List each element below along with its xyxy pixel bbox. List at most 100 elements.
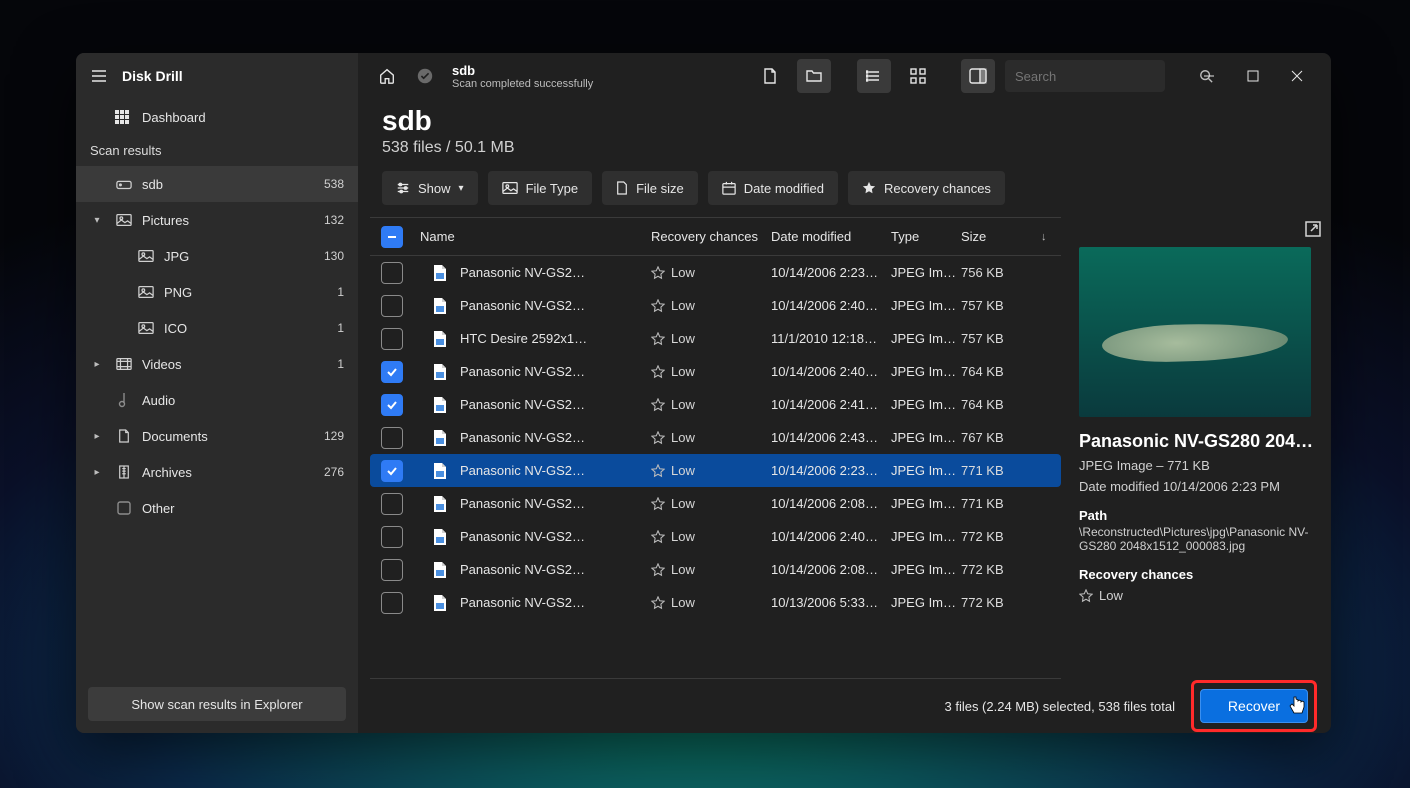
- table-row[interactable]: Panasonic NV-GS2…Low10/14/2006 2:40…JPEG…: [370, 289, 1061, 322]
- date-cell: 10/14/2006 2:23…: [771, 265, 891, 280]
- select-all-checkbox[interactable]: [381, 226, 403, 248]
- sidebar-item-count: 132: [324, 213, 350, 227]
- sidebar-item-archives[interactable]: ▸Archives276: [76, 454, 358, 490]
- date-cell: 10/14/2006 2:23…: [771, 463, 891, 478]
- table-row[interactable]: Panasonic NV-GS2…Low10/14/2006 2:23…JPEG…: [370, 256, 1061, 289]
- row-checkbox[interactable]: [381, 460, 403, 482]
- video-icon: [114, 357, 134, 371]
- row-checkbox[interactable]: [381, 295, 403, 317]
- sidebar-footer: Show scan results in Explorer: [76, 675, 358, 733]
- sidebar-item-jpg[interactable]: JPG130: [76, 238, 358, 274]
- sidebar-item-sdb[interactable]: sdb538: [76, 166, 358, 202]
- type-cell: JPEG Im…: [891, 265, 961, 280]
- column-recovery[interactable]: Recovery chances: [651, 229, 771, 244]
- status-text: 3 files (2.24 MB) selected, 538 files to…: [944, 699, 1175, 714]
- sidebar-item-label: Documents: [142, 429, 316, 444]
- grid-view-icon[interactable]: [901, 59, 935, 93]
- type-cell: JPEG Im…: [891, 397, 961, 412]
- breadcrumb-title: sdb: [452, 63, 593, 78]
- main-area: sdb Scan completed successfully: [358, 53, 1331, 733]
- other-icon: [114, 501, 134, 515]
- table-row[interactable]: Panasonic NV-GS2…Low10/14/2006 2:08…JPEG…: [370, 553, 1061, 586]
- close-button[interactable]: [1275, 59, 1319, 93]
- details-panel: Panasonic NV-GS280 204… JPEG Image – 771…: [1061, 217, 1331, 679]
- sidebar-item-documents[interactable]: ▸Documents129: [76, 418, 358, 454]
- table-row[interactable]: Panasonic NV-GS2…Low10/14/2006 2:40…JPEG…: [370, 520, 1061, 553]
- image-icon: [136, 321, 156, 335]
- sidebar-item-ico[interactable]: ICO1: [76, 310, 358, 346]
- filter-show[interactable]: Show ▾: [382, 171, 478, 205]
- file-name: Panasonic NV-GS2…: [460, 397, 585, 412]
- table-row[interactable]: Panasonic NV-GS2…Low10/14/2006 2:23…JPEG…: [370, 454, 1061, 487]
- row-checkbox[interactable]: [381, 262, 403, 284]
- page-subtitle: 538 files / 50.1 MB: [382, 139, 1307, 157]
- row-checkbox[interactable]: [381, 394, 403, 416]
- hamburger-icon[interactable]: [90, 67, 108, 85]
- sidebar-item-label: JPG: [164, 249, 316, 264]
- table-row[interactable]: HTC Desire 2592x1…Low11/1/2010 12:18…JPE…: [370, 322, 1061, 355]
- sidebar-item-pictures[interactable]: ▾Pictures132: [76, 202, 358, 238]
- image-icon: [136, 285, 156, 299]
- column-type[interactable]: Type: [891, 229, 961, 244]
- show-in-explorer-button[interactable]: Show scan results in Explorer: [88, 687, 346, 721]
- sidebar-item-videos[interactable]: ▸Videos1: [76, 346, 358, 382]
- folder-view-icon[interactable]: [797, 59, 831, 93]
- file-view-icon[interactable]: [753, 59, 787, 93]
- sidebar-section-label: Scan results: [76, 135, 358, 166]
- expand-icon[interactable]: [1305, 221, 1321, 237]
- type-cell: JPEG Im…: [891, 463, 961, 478]
- recover-button[interactable]: Recover: [1200, 689, 1308, 723]
- file-icon: [420, 561, 460, 579]
- sidebar-item-label: Archives: [142, 465, 316, 480]
- table-row[interactable]: Panasonic NV-GS2…Low10/14/2006 2:43…JPEG…: [370, 421, 1061, 454]
- recovery-cell: Low: [651, 265, 771, 280]
- file-icon: [616, 181, 628, 195]
- row-checkbox[interactable]: [381, 592, 403, 614]
- sidebar-toggle-icon[interactable]: [961, 59, 995, 93]
- size-cell: 757 KB: [961, 298, 1041, 313]
- grid-icon: [114, 109, 130, 125]
- search-input[interactable]: [1015, 69, 1191, 84]
- audio-icon: [114, 392, 134, 408]
- row-checkbox[interactable]: [381, 328, 403, 350]
- minimize-button[interactable]: [1187, 59, 1231, 93]
- filter-recovery-chances[interactable]: Recovery chances: [848, 171, 1005, 205]
- sliders-icon: [396, 181, 410, 195]
- sort-arrow-icon[interactable]: ↓: [1041, 231, 1061, 243]
- search-field[interactable]: [1005, 60, 1165, 92]
- column-size[interactable]: Size: [961, 229, 1041, 244]
- sidebar-item-other[interactable]: Other: [76, 490, 358, 526]
- table-row[interactable]: Panasonic NV-GS2…Low10/14/2006 2:40…JPEG…: [370, 355, 1061, 388]
- maximize-button[interactable]: [1231, 59, 1275, 93]
- recovery-cell: Low: [651, 397, 771, 412]
- sidebar-item-dashboard[interactable]: Dashboard: [76, 99, 358, 135]
- column-date[interactable]: Date modified: [771, 229, 891, 244]
- recovery-cell: Low: [651, 595, 771, 610]
- details-meta: JPEG Image – 771 KB: [1079, 458, 1317, 473]
- sidebar-item-audio[interactable]: Audio: [76, 382, 358, 418]
- sidebar-item-count: 538: [324, 177, 350, 191]
- table-row[interactable]: Panasonic NV-GS2…Low10/14/2006 2:08…JPEG…: [370, 487, 1061, 520]
- filter-label: Show: [418, 181, 451, 196]
- table-row[interactable]: Panasonic NV-GS2…Low10/13/2006 5:33…JPEG…: [370, 586, 1061, 619]
- filter-file-size[interactable]: File size: [602, 171, 698, 205]
- image-icon: [114, 213, 134, 227]
- row-checkbox[interactable]: [381, 427, 403, 449]
- list-view-icon[interactable]: [857, 59, 891, 93]
- file-name: Panasonic NV-GS2…: [460, 562, 585, 577]
- file-icon: [420, 594, 460, 612]
- row-checkbox[interactable]: [381, 361, 403, 383]
- recovery-cell: Low: [651, 298, 771, 313]
- image-icon: [502, 181, 518, 195]
- home-icon[interactable]: [370, 59, 404, 93]
- filter-file-type[interactable]: File Type: [488, 171, 593, 205]
- filter-date-modified[interactable]: Date modified: [708, 171, 838, 205]
- table-row[interactable]: Panasonic NV-GS2…Low10/14/2006 2:41…JPEG…: [370, 388, 1061, 421]
- recovery-cell: Low: [651, 562, 771, 577]
- row-checkbox[interactable]: [381, 526, 403, 548]
- row-checkbox[interactable]: [381, 559, 403, 581]
- row-checkbox[interactable]: [381, 493, 403, 515]
- type-cell: JPEG Im…: [891, 364, 961, 379]
- sidebar-item-png[interactable]: PNG1: [76, 274, 358, 310]
- column-name[interactable]: Name: [414, 229, 651, 244]
